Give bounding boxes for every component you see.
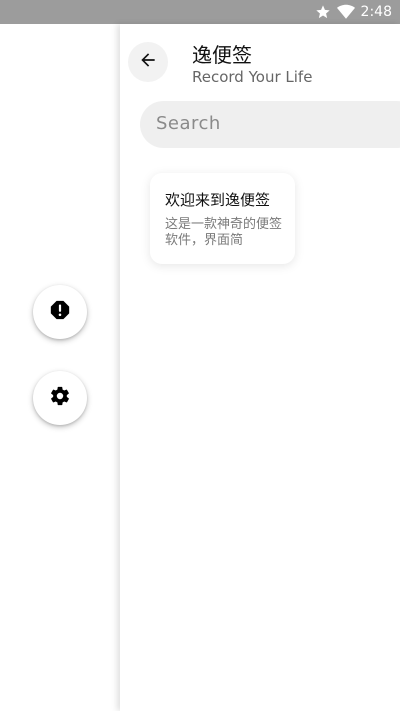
alert-button[interactable] [33,285,87,339]
alert-icon [49,299,71,325]
settings-button[interactable] [33,371,87,425]
search-placeholder: Search [156,113,221,134]
note-title: 欢迎来到逸便签 [165,191,271,209]
status-time: 2:48 [360,4,392,20]
star-icon [315,4,331,20]
main-panel: 逸便签 Record Your Life Search 欢迎来到逸便签 这是一款… [120,24,400,711]
wifi-icon [336,4,355,20]
search-input[interactable]: Search [140,101,400,148]
back-button[interactable] [128,42,168,82]
status-icons: 2:48 [315,0,392,24]
side-drawer [0,24,120,711]
note-card[interactable]: 欢迎来到逸便签 这是一款神奇的便签软件，界面简 [150,173,295,264]
page-title: 逸便签 [192,43,252,67]
gear-icon [49,385,71,411]
page-subtitle: Record Your Life [192,68,313,86]
status-bar: 2:48 [0,0,400,24]
arrow-back-icon [138,50,158,74]
note-snippet: 这是一款神奇的便签软件，界面简 [165,217,283,248]
